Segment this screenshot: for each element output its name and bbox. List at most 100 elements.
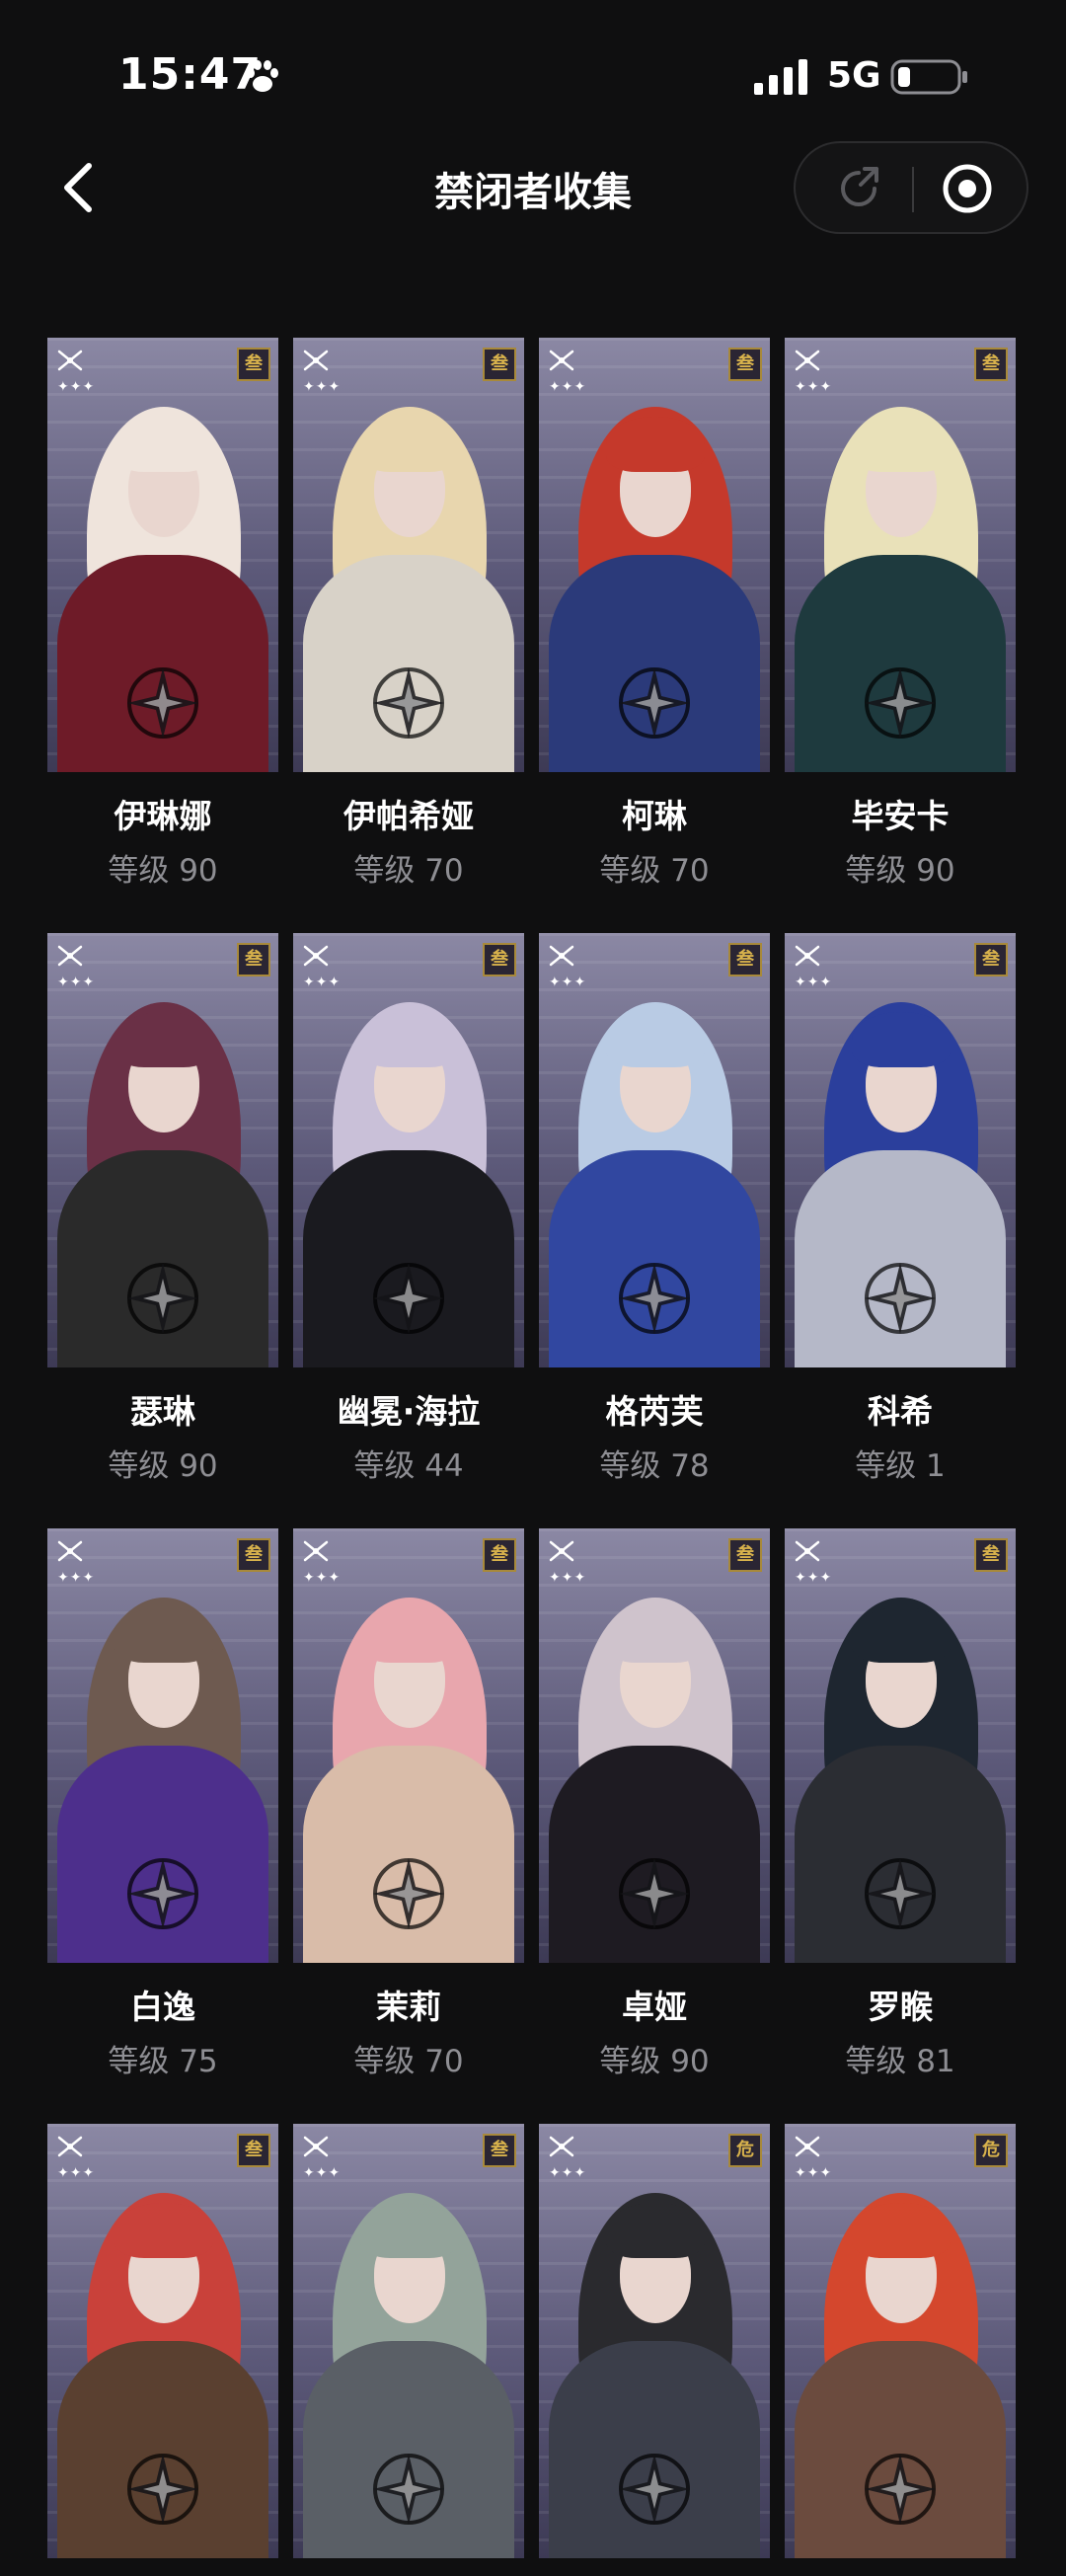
character-card[interactable]: ✦✦✦ 叁毕安卡等级 90 <box>785 338 1016 890</box>
character-card[interactable]: ✦✦✦ 叁 <box>293 2124 524 2576</box>
stars-icon: ✦✦✦ <box>303 379 342 395</box>
character-level: 等级 1 <box>855 1448 946 1484</box>
character-portrait: ✦✦✦ 危 <box>539 2124 770 2558</box>
character-name: 幽冕·海拉 <box>337 1392 481 1431</box>
hair-bangs-shape <box>360 1012 459 1067</box>
stars-icon: ✦✦✦ <box>549 2165 587 2181</box>
hair-bangs-shape <box>114 2203 213 2258</box>
class-icon <box>57 2136 83 2157</box>
battery-icon <box>890 59 967 95</box>
character-level: 等级 90 <box>599 2044 710 2079</box>
rank-badge: 叁 <box>237 2134 270 2167</box>
character-portrait: ✦✦✦ 叁 <box>785 1528 1016 1963</box>
rank-badge: 危 <box>974 2134 1008 2167</box>
character-level: 等级 90 <box>108 853 218 889</box>
stars-icon: ✦✦✦ <box>57 1570 96 1586</box>
stars-icon: ✦✦✦ <box>549 379 587 395</box>
share-button[interactable] <box>831 161 886 216</box>
character-card[interactable]: ✦✦✦ 危 <box>539 2124 770 2576</box>
character-level: 等级 44 <box>353 1448 464 1484</box>
hair-bangs-shape <box>360 1607 459 1663</box>
status-bar: 15:47 5G <box>0 0 1066 148</box>
character-portrait: ✦✦✦ 叁 <box>539 1528 770 1963</box>
stars-icon: ✦✦✦ <box>795 975 833 990</box>
class-icon <box>795 350 820 371</box>
character-name: 瑟琳 <box>130 1392 195 1431</box>
stars-icon: ✦✦✦ <box>549 975 587 990</box>
character-card[interactable]: ✦✦✦ 叁伊帕希娅 等级 70 <box>293 338 524 890</box>
character-portrait: ✦✦✦ 叁 <box>293 933 524 1367</box>
emblem-icon <box>619 2454 690 2525</box>
class-icon <box>303 945 329 967</box>
character-card[interactable]: ✦✦✦ 叁科希 等级 1 <box>785 933 1016 1485</box>
rank-badge: 叁 <box>237 943 270 976</box>
character-level: 等级 78 <box>599 1448 710 1484</box>
character-card[interactable]: ✦✦✦ 叁伊琳娜 等级 90 <box>47 338 278 890</box>
emblem-icon <box>865 2454 936 2525</box>
emblem-icon <box>373 1263 444 1334</box>
emblem-icon <box>127 667 198 739</box>
stars-icon: ✦✦✦ <box>549 1570 587 1586</box>
paw-icon <box>247 60 278 92</box>
character-level: 等级 70 <box>353 2044 464 2079</box>
mini-program-capsule <box>794 141 1028 234</box>
rank-badge: 叁 <box>974 1538 1008 1572</box>
class-icon <box>303 1540 329 1562</box>
character-level: 等级 70 <box>599 853 710 889</box>
stars-icon: ✦✦✦ <box>57 975 96 990</box>
class-icon <box>795 945 820 967</box>
character-card[interactable]: ✦✦✦ 叁罗睺等级 81 <box>785 1528 1016 2080</box>
character-level: 等级 75 <box>108 2044 218 2079</box>
rank-badge: 叁 <box>237 348 270 381</box>
network-type: 5G <box>827 55 881 96</box>
stars-icon: ✦✦✦ <box>57 2165 96 2181</box>
character-portrait: ✦✦✦ 叁 <box>785 338 1016 772</box>
character-name: 白逸 <box>130 1988 195 2026</box>
character-name: 毕安卡 <box>851 797 950 835</box>
character-card[interactable]: ✦✦✦ 叁瑟琳 等级 90 <box>47 933 278 1485</box>
status-time: 15:47 <box>118 49 263 100</box>
rank-badge: 叁 <box>728 943 762 976</box>
stars-icon: ✦✦✦ <box>795 1570 833 1586</box>
character-card[interactable]: ✦✦✦ 叁柯琳等级 70 <box>539 338 770 890</box>
character-card[interactable]: ✦✦✦ 危 <box>785 2124 1016 2576</box>
emblem-icon <box>373 2454 444 2525</box>
rank-badge: 危 <box>728 2134 762 2167</box>
class-icon <box>303 350 329 371</box>
class-icon <box>549 2136 574 2157</box>
character-portrait: ✦✦✦ 叁 <box>47 338 278 772</box>
signal-icon <box>754 59 807 95</box>
hair-bangs-shape <box>852 1607 951 1663</box>
class-icon <box>57 945 83 967</box>
nav-bar: 禁闭者收集 <box>0 138 1066 237</box>
emblem-icon <box>619 1858 690 1929</box>
stars-icon: ✦✦✦ <box>303 1570 342 1586</box>
character-portrait: ✦✦✦ 叁 <box>539 338 770 772</box>
character-card[interactable]: ✦✦✦ 叁幽冕·海拉等级 44 <box>293 933 524 1485</box>
class-icon <box>549 945 574 967</box>
rank-badge: 叁 <box>483 2134 516 2167</box>
class-icon <box>549 350 574 371</box>
character-card[interactable]: ✦✦✦ 叁格芮芙等级 78 <box>539 933 770 1485</box>
character-level: 等级 81 <box>845 2044 955 2079</box>
class-icon <box>57 350 83 371</box>
emblem-icon <box>373 667 444 739</box>
character-name: 伊帕希娅 <box>343 797 474 835</box>
character-card[interactable]: ✦✦✦ 叁 <box>47 2124 278 2576</box>
character-name: 罗睺 <box>868 1988 933 2026</box>
character-name: 格芮芙 <box>605 1392 704 1431</box>
character-portrait: ✦✦✦ 叁 <box>539 933 770 1367</box>
hair-bangs-shape <box>360 2203 459 2258</box>
record-button[interactable] <box>940 161 995 216</box>
character-portrait: ✦✦✦ 危 <box>785 2124 1016 2558</box>
hair-bangs-shape <box>852 1012 951 1067</box>
rank-badge: 叁 <box>728 1538 762 1572</box>
character-card[interactable]: ✦✦✦ 叁茉莉 等级 70 <box>293 1528 524 2080</box>
character-name: 柯琳 <box>622 797 687 835</box>
character-card[interactable]: ✦✦✦ 叁白逸 等级 75 <box>47 1528 278 2080</box>
emblem-icon <box>373 1858 444 1929</box>
character-level: 等级 90 <box>845 853 955 889</box>
character-card[interactable]: ✦✦✦ 叁卓娅 等级 90 <box>539 1528 770 2080</box>
emblem-icon <box>865 1263 936 1334</box>
hair-bangs-shape <box>606 1012 705 1067</box>
